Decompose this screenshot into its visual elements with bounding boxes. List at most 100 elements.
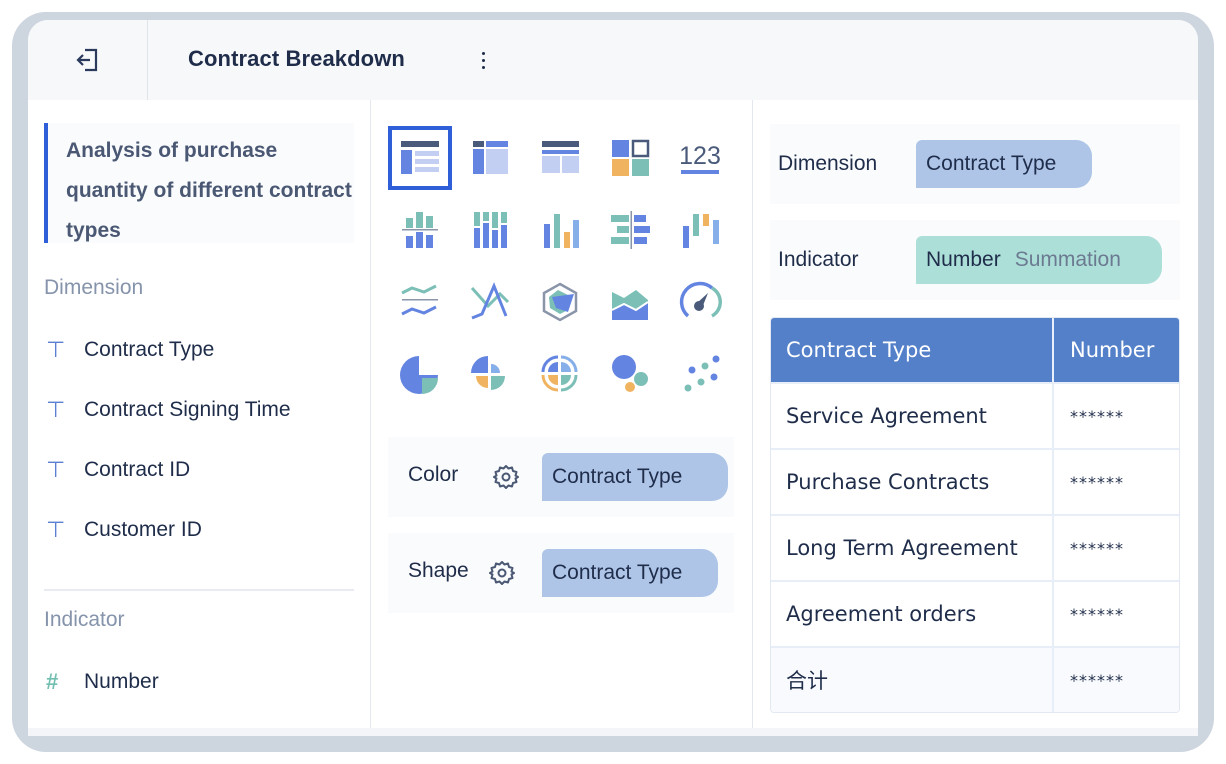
indicator-card-icon: 123 xyxy=(679,142,721,174)
right-indicator-label: Indicator xyxy=(778,248,859,271)
column-divider xyxy=(370,100,371,736)
chart-type-bidirectional-bar[interactable] xyxy=(388,198,452,262)
color-field-pill[interactable]: Contract Type xyxy=(542,453,728,501)
right-dimension-label: Dimension xyxy=(778,152,878,175)
horizontal-bidirectional-bar-icon xyxy=(611,211,650,249)
field-label: Customer ID xyxy=(84,518,202,541)
text-field-icon: ⊤ xyxy=(46,517,66,542)
shape-label: Shape xyxy=(408,559,469,582)
chart-type-sunburst-chart[interactable] xyxy=(528,342,592,406)
pill-label: Number xyxy=(926,248,1001,271)
grouped-table-icon xyxy=(542,141,579,173)
chart-type-area-chart[interactable] xyxy=(598,270,662,334)
table-row: Service Agreement ****** xyxy=(771,382,1179,448)
chart-type-gauge-chart[interactable] xyxy=(668,270,732,334)
table-row: Agreement orders ****** xyxy=(771,580,1179,646)
header-divider xyxy=(147,20,148,100)
chart-type-mirror-line[interactable] xyxy=(388,270,452,334)
column-divider xyxy=(752,100,753,736)
chart-type-card-grid[interactable] xyxy=(598,126,662,190)
rose-chart-icon xyxy=(471,356,505,390)
number-field-icon: # xyxy=(46,669,59,694)
bidirectional-bar-icon xyxy=(402,212,438,248)
chart-type-radar-chart[interactable] xyxy=(528,270,592,334)
chart-type-indicator-card[interactable]: 123 xyxy=(668,126,732,190)
chart-type-pie-chart[interactable] xyxy=(388,342,452,406)
right-dimension-row: Dimension Contract Type xyxy=(770,124,1180,204)
waterfall-chart-icon xyxy=(683,214,719,248)
dimension-section-label: Dimension xyxy=(44,276,144,299)
kebab-dot xyxy=(481,58,485,62)
stacked-bar-icon xyxy=(474,212,507,248)
area-chart-icon xyxy=(611,290,649,320)
dimension-value-pill[interactable]: Contract Type xyxy=(916,140,1092,188)
table-cell: ****** xyxy=(1070,472,1124,492)
dimension-field-contract-signing-time[interactable]: ⊤ Contract Signing Time xyxy=(46,390,291,430)
right-indicator-row: Indicator Number Summation xyxy=(770,220,1180,300)
bubble-chart-icon xyxy=(612,355,648,392)
pie-chart-icon xyxy=(400,356,438,394)
chart-description[interactable]: Analysis of purchase quantity of differe… xyxy=(44,123,354,243)
page-title: Contract Breakdown xyxy=(188,46,405,71)
field-label: Contract Type xyxy=(84,338,215,361)
table-header-row: Contract Type Number xyxy=(771,318,1179,382)
pill-label: Contract Type xyxy=(552,465,683,488)
column-chart-icon xyxy=(544,214,579,248)
indicator-card-text: 123 xyxy=(679,142,721,170)
chart-type-stacked-bar[interactable] xyxy=(458,198,522,262)
chart-type-grouped-table[interactable] xyxy=(528,126,592,190)
chart-type-line-chart[interactable] xyxy=(458,270,522,334)
line-chart-icon xyxy=(470,282,510,320)
indicator-section-label: Indicator xyxy=(44,608,125,631)
shape-settings-gear-icon[interactable] xyxy=(488,559,516,587)
color-label: Color xyxy=(408,463,459,486)
column-header-contract-type[interactable]: Contract Type xyxy=(771,318,1054,382)
detail-table-icon xyxy=(401,141,439,174)
field-label: Number xyxy=(84,670,159,693)
field-label: Contract ID xyxy=(84,458,191,481)
pill-label: Contract Type xyxy=(552,561,683,584)
card-grid-icon xyxy=(612,139,650,176)
table-cell: ****** xyxy=(1070,604,1124,624)
more-options-button[interactable] xyxy=(473,44,493,76)
column-header-number[interactable]: Number xyxy=(1054,318,1179,382)
table-cell: ****** xyxy=(1070,538,1124,558)
exit-button[interactable] xyxy=(28,20,148,100)
editor-window: Contract Breakdown Analysis of purchase … xyxy=(28,20,1198,736)
color-settings-gear-icon[interactable] xyxy=(492,463,520,491)
table-cell: Agreement orders xyxy=(771,582,1054,646)
table-cell: Purchase Contracts xyxy=(771,450,1054,514)
chart-type-bubble-chart[interactable] xyxy=(598,342,662,406)
mirror-line-icon xyxy=(401,284,438,316)
header-bar: Contract Breakdown xyxy=(28,20,1198,100)
scatter-chart-icon xyxy=(684,355,720,392)
radar-chart-icon xyxy=(542,282,578,322)
dimension-field-contract-type[interactable]: ⊤ Contract Type xyxy=(46,330,214,370)
table-cell: ****** xyxy=(1070,406,1124,426)
section-divider xyxy=(44,589,354,591)
chart-type-cross-table[interactable] xyxy=(458,126,522,190)
chart-type-column-chart[interactable] xyxy=(528,198,592,262)
exit-icon xyxy=(76,48,98,72)
shape-field-pill[interactable]: Contract Type xyxy=(542,549,718,597)
indicator-value-pill[interactable]: Number Summation xyxy=(916,236,1162,284)
chart-type-waterfall-chart[interactable] xyxy=(668,198,732,262)
color-mapping-row: Color Contract Type xyxy=(388,437,734,517)
sunburst-chart-icon xyxy=(541,355,578,392)
table-row: Long Term Agreement ****** xyxy=(771,514,1179,580)
text-field-icon: ⊤ xyxy=(46,397,66,422)
chart-type-horizontal-bidirectional-bar[interactable] xyxy=(598,198,662,262)
chart-type-scatter-chart[interactable] xyxy=(668,342,732,406)
dimension-field-contract-id[interactable]: ⊤ Contract ID xyxy=(46,450,190,490)
indicator-field-number[interactable]: # Number xyxy=(46,662,159,702)
shape-mapping-row: Shape Contract Type xyxy=(388,533,734,613)
text-field-icon: ⊤ xyxy=(46,337,66,362)
total-value-cell: ****** xyxy=(1070,670,1124,690)
table-total-row: 合计 ****** xyxy=(771,646,1179,712)
chart-type-rose-chart[interactable] xyxy=(458,342,522,406)
table-row: Purchase Contracts ****** xyxy=(771,448,1179,514)
dimension-field-customer-id[interactable]: ⊤ Customer ID xyxy=(46,510,202,550)
kebab-dot xyxy=(481,51,485,55)
window-bottom-edge xyxy=(28,728,1198,736)
chart-type-detail-table[interactable] xyxy=(388,126,452,190)
